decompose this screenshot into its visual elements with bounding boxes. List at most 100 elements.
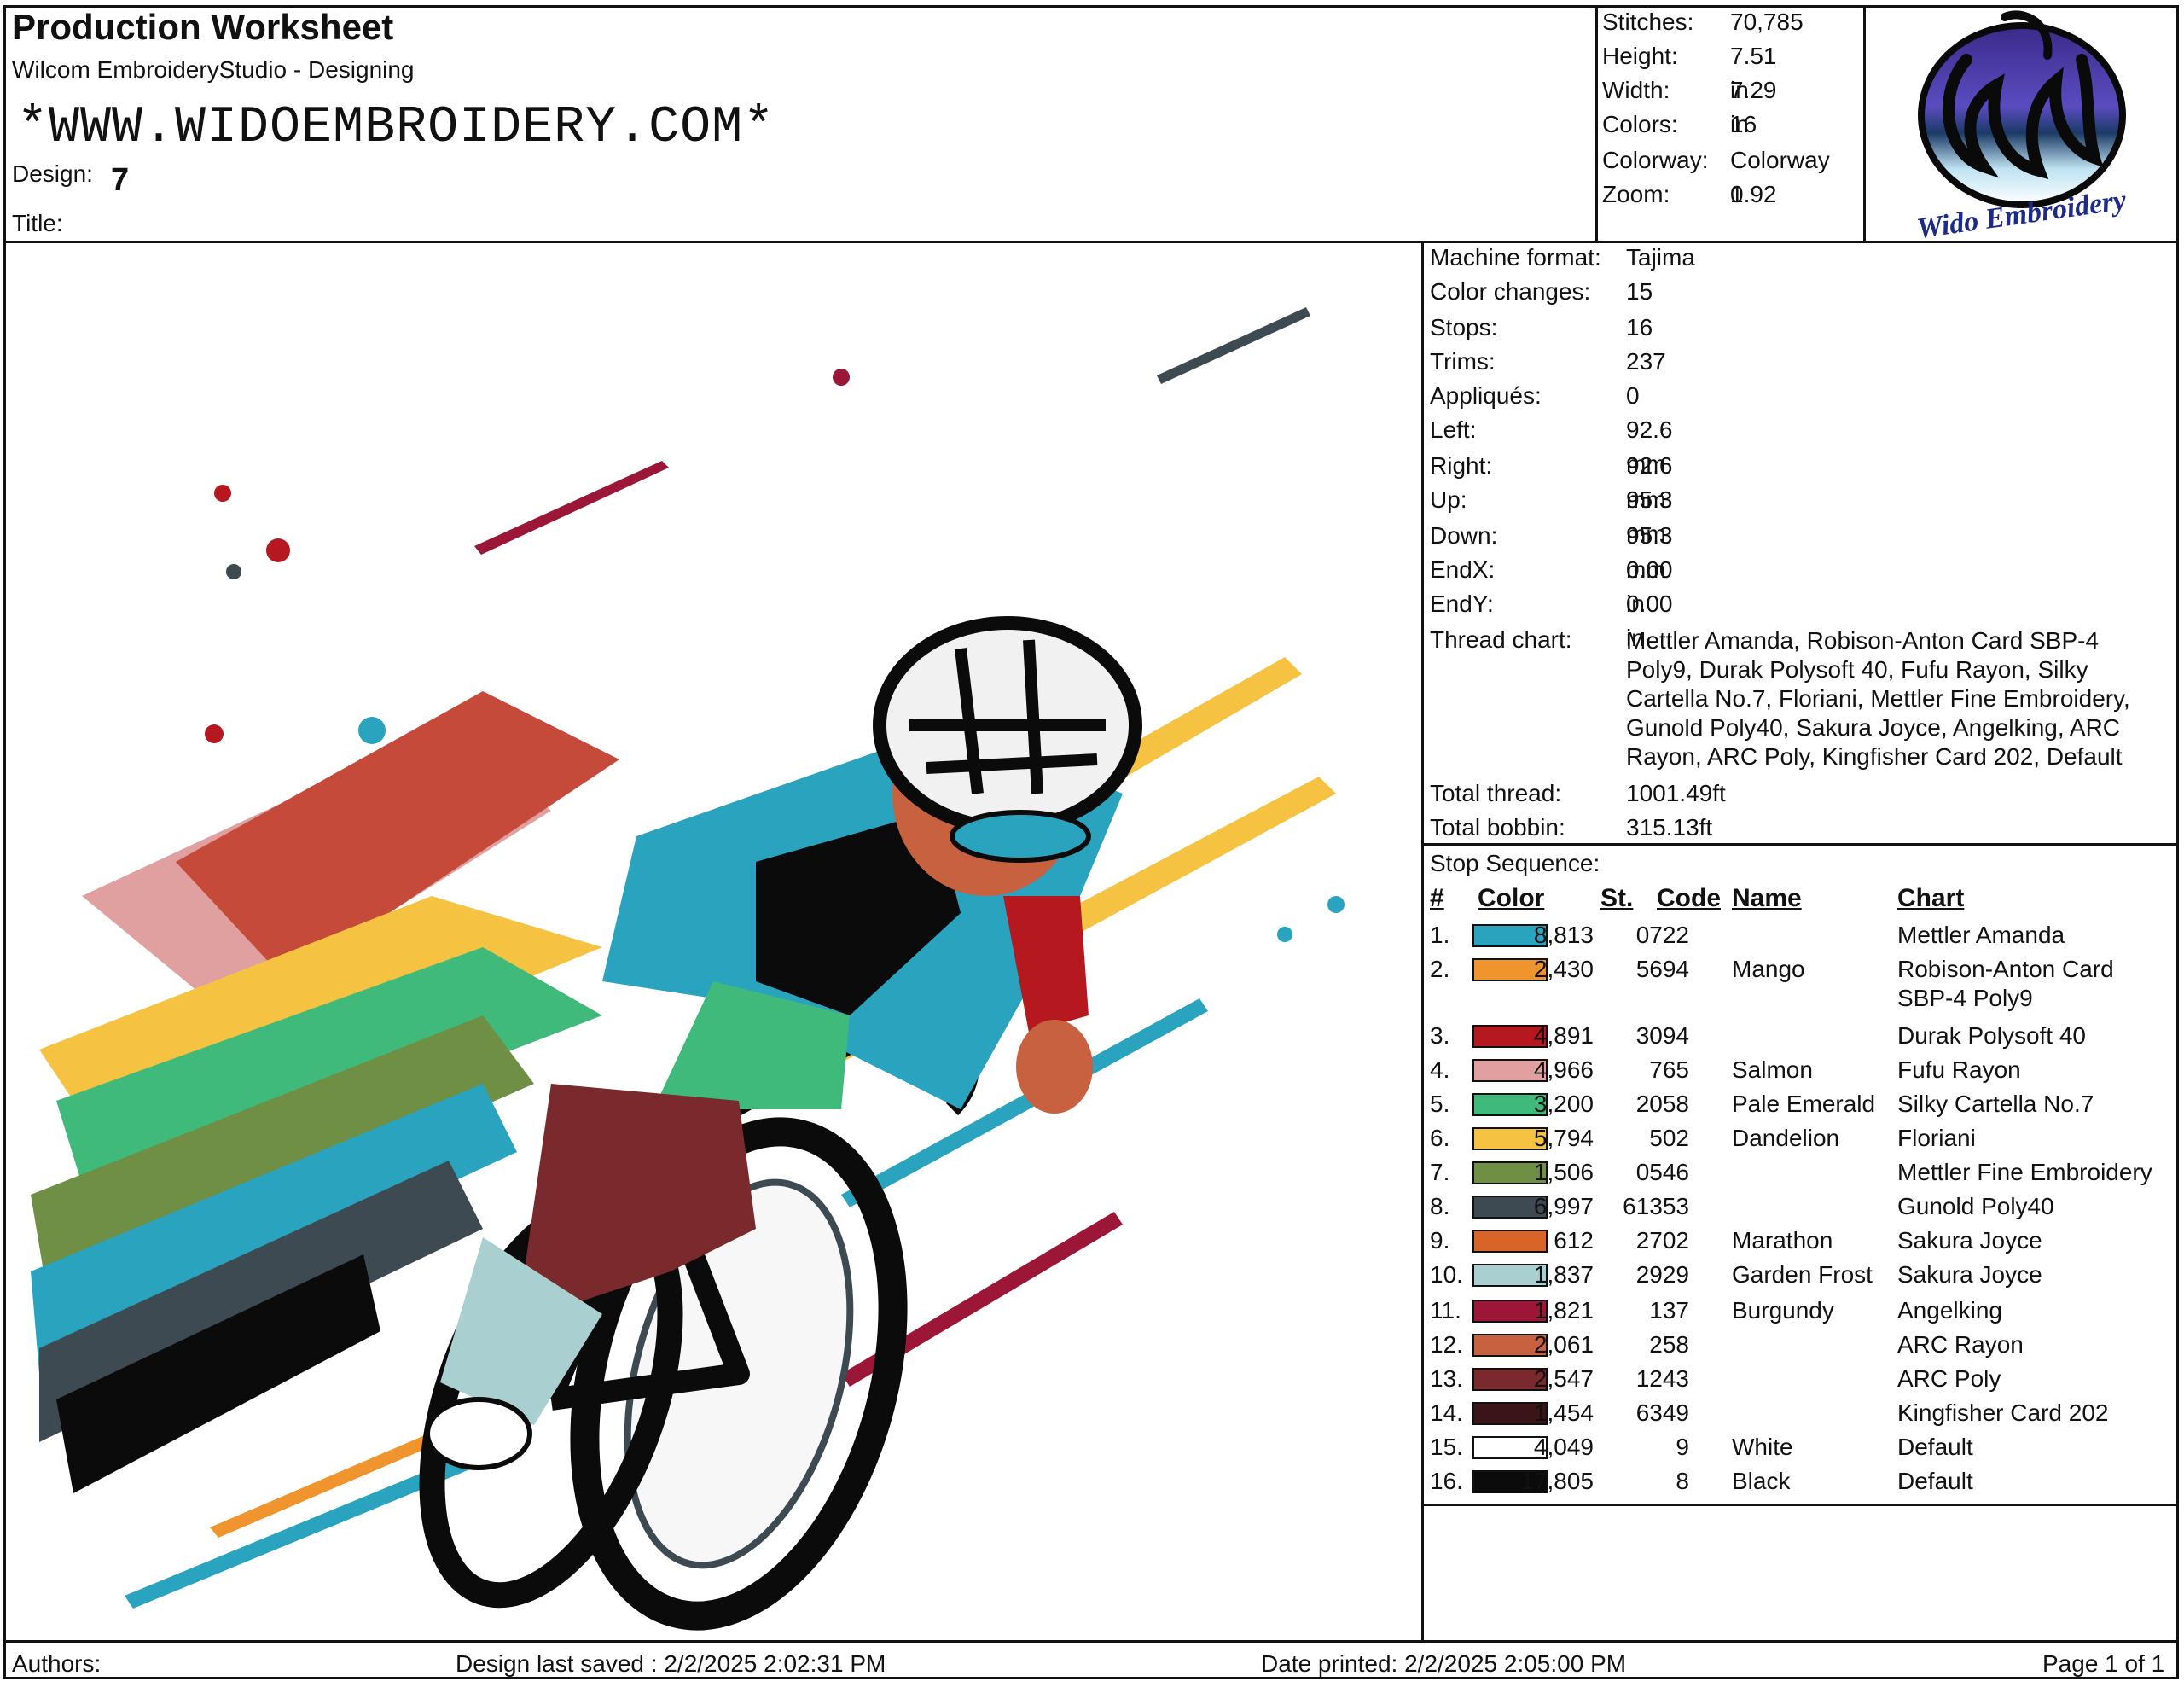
info-label: Total thread: — [1430, 780, 1562, 806]
footer-authors: Authors: — [12, 1650, 102, 1677]
info-total-bobbin: Total bobbin: 315.13ft — [1430, 811, 1712, 845]
row-code: 137 — [1649, 1297, 1689, 1324]
info-label: Right: — [1430, 452, 1493, 479]
row-number: 1. — [1430, 922, 1450, 948]
header-num: # — [1430, 884, 1444, 912]
info-value: 237 — [1626, 348, 1666, 375]
row-stitches: 1,821 — [1533, 1297, 1594, 1324]
info-label: Thread chart: — [1430, 626, 1572, 653]
summary-height: Height: 7.51 in — [1602, 39, 1777, 103]
info-label: Color changes: — [1430, 278, 1591, 305]
stop-sequence-bottom-divider — [1421, 1504, 2179, 1506]
info-color-changes: Color changes: 15 — [1430, 275, 1653, 309]
row-chart-continued: SBP-4 Poly9 — [1897, 985, 2033, 1011]
footer-date-printed: Date printed: 2/2/2025 2:05:00 PM — [1261, 1650, 1627, 1677]
row-chart: Default — [1897, 1434, 1973, 1460]
row-code: 765 — [1649, 1056, 1689, 1083]
summary-divider-right — [1863, 5, 1866, 241]
table-row: 11. 1,821 137 Burgundy Angelking — [1430, 1294, 2181, 1328]
row-chart: Durak Polysoft 40 — [1897, 1022, 2086, 1049]
row-name: Garden Frost — [1732, 1261, 1873, 1288]
row-stitches: 5,794 — [1533, 1125, 1594, 1151]
row-stitches: 3,200 — [1533, 1091, 1594, 1117]
thread-chart-line: Rayon, ARC Poly, Kingfisher Card 202, De… — [1626, 743, 2123, 770]
row-name: Black — [1732, 1468, 1791, 1494]
thread-chart-line: Cartella No.7, Floriani, Mettler Fine Em… — [1626, 685, 2130, 712]
row-code: 3094 — [1635, 1022, 1689, 1049]
info-value: 15 — [1626, 278, 1653, 305]
info-label: Total bobbin: — [1430, 814, 1565, 841]
summary-colors: Colors: 16 — [1602, 108, 1757, 142]
info-total-thread: Total thread: 1001.49ft — [1430, 777, 1726, 811]
summary-value: 70,785 — [1730, 9, 1804, 35]
row-stitches: 2,547 — [1533, 1365, 1594, 1392]
row-stitches: 8,813 — [1533, 922, 1594, 948]
info-value: 0 — [1626, 382, 1640, 409]
row-name: Salmon — [1732, 1056, 1813, 1083]
info-value: 16 — [1626, 314, 1653, 340]
summary-value: 16 — [1730, 111, 1757, 137]
info-label: Machine format: — [1430, 244, 1601, 271]
info-trims: Trims: 237 — [1430, 345, 1666, 379]
footer-page-number: Page 1 of 1 — [2042, 1650, 2165, 1677]
row-stitches: 6,997 — [1533, 1193, 1594, 1219]
row-stitches: 4,966 — [1533, 1056, 1594, 1083]
header-color: Color — [1478, 884, 1545, 912]
row-chart: Angelking — [1897, 1297, 2002, 1324]
info-label: EndX: — [1430, 556, 1496, 583]
info-label: EndY: — [1430, 591, 1494, 617]
row-chart: Mettler Amanda — [1897, 922, 2065, 948]
info-label: Trims: — [1430, 348, 1496, 375]
header-chart: Chart — [1897, 884, 1965, 912]
row-number: 3. — [1430, 1022, 1450, 1049]
row-chart: ARC Poly — [1897, 1365, 2001, 1392]
row-number: 9. — [1430, 1227, 1450, 1254]
info-machine-format: Machine format: Tajima — [1430, 241, 1695, 275]
table-row: 12. 2,061 258 ARC Rayon — [1430, 1328, 2181, 1362]
summary-label: Width: — [1602, 77, 1670, 103]
summary-colorway: Colorway: Colorway 1 — [1602, 143, 1830, 207]
summary-label: Zoom: — [1602, 181, 1670, 207]
thread-chart-line: Gunold Poly40, Sakura Joyce, Angelking, … — [1626, 714, 2121, 741]
info-label: Up: — [1430, 486, 1467, 513]
row-stitches: 1,506 — [1533, 1159, 1594, 1185]
table-row: 7. 1,506 0546 Mettler Fine Embroidery — [1430, 1155, 2181, 1190]
info-stops: Stops: 16 — [1430, 311, 1653, 345]
wido-logo-icon: Wido Embroidery — [1877, 9, 2167, 245]
row-code: 2702 — [1635, 1227, 1689, 1254]
row-number: 11. — [1430, 1297, 1461, 1324]
row-stitches: 17,805 — [1520, 1468, 1594, 1494]
thread-chart-value: Mettler Amanda, Robison-Anton Card SBP-4… — [1626, 626, 2130, 771]
wido-logo-graphic: Wido Embroidery — [1915, 10, 2129, 245]
row-number: 2. — [1430, 956, 1450, 982]
info-down: Down: 95.3 mm — [1430, 519, 1673, 583]
info-label: Appliqués: — [1430, 382, 1542, 409]
row-chart: ARC Rayon — [1897, 1331, 2024, 1358]
row-code: 2058 — [1635, 1091, 1689, 1117]
stop-sequence-title: Stop Sequence: — [1430, 850, 1600, 876]
row-chart: Floriani — [1897, 1125, 1976, 1151]
row-code: 6349 — [1635, 1399, 1689, 1426]
info-label: Left: — [1430, 416, 1477, 443]
summary-value: 0.92 — [1730, 181, 1777, 207]
summary-stitches: Stitches: 70,785 — [1602, 5, 1804, 39]
design-value: 7 — [111, 162, 130, 198]
row-chart: Sakura Joyce — [1897, 1227, 2042, 1254]
summary-label: Stitches: — [1602, 9, 1694, 35]
design-label: Design: — [12, 160, 93, 187]
table-row: 15. 4,049 9 White Default — [1430, 1430, 2181, 1464]
row-name: Mango — [1732, 956, 1805, 982]
row-name: Marathon — [1732, 1227, 1833, 1254]
design-preview — [5, 247, 1421, 1644]
header-name: Name — [1732, 884, 1802, 912]
summary-divider-left — [1595, 5, 1598, 241]
thread-chart-line: Mettler Amanda, Robison-Anton Card SBP-4 — [1626, 627, 2100, 654]
row-stitches: 1,454 — [1533, 1399, 1594, 1426]
row-code: 61353 — [1623, 1193, 1689, 1219]
info-left: Left: 92.6 mm — [1430, 413, 1673, 477]
row-name: Burgundy — [1732, 1297, 1834, 1324]
row-number: 13. — [1430, 1365, 1463, 1392]
row-code: 0546 — [1635, 1159, 1689, 1185]
header-st: St. — [1600, 884, 1634, 912]
table-row: 13. 2,547 1243 ARC Poly — [1430, 1362, 2181, 1396]
